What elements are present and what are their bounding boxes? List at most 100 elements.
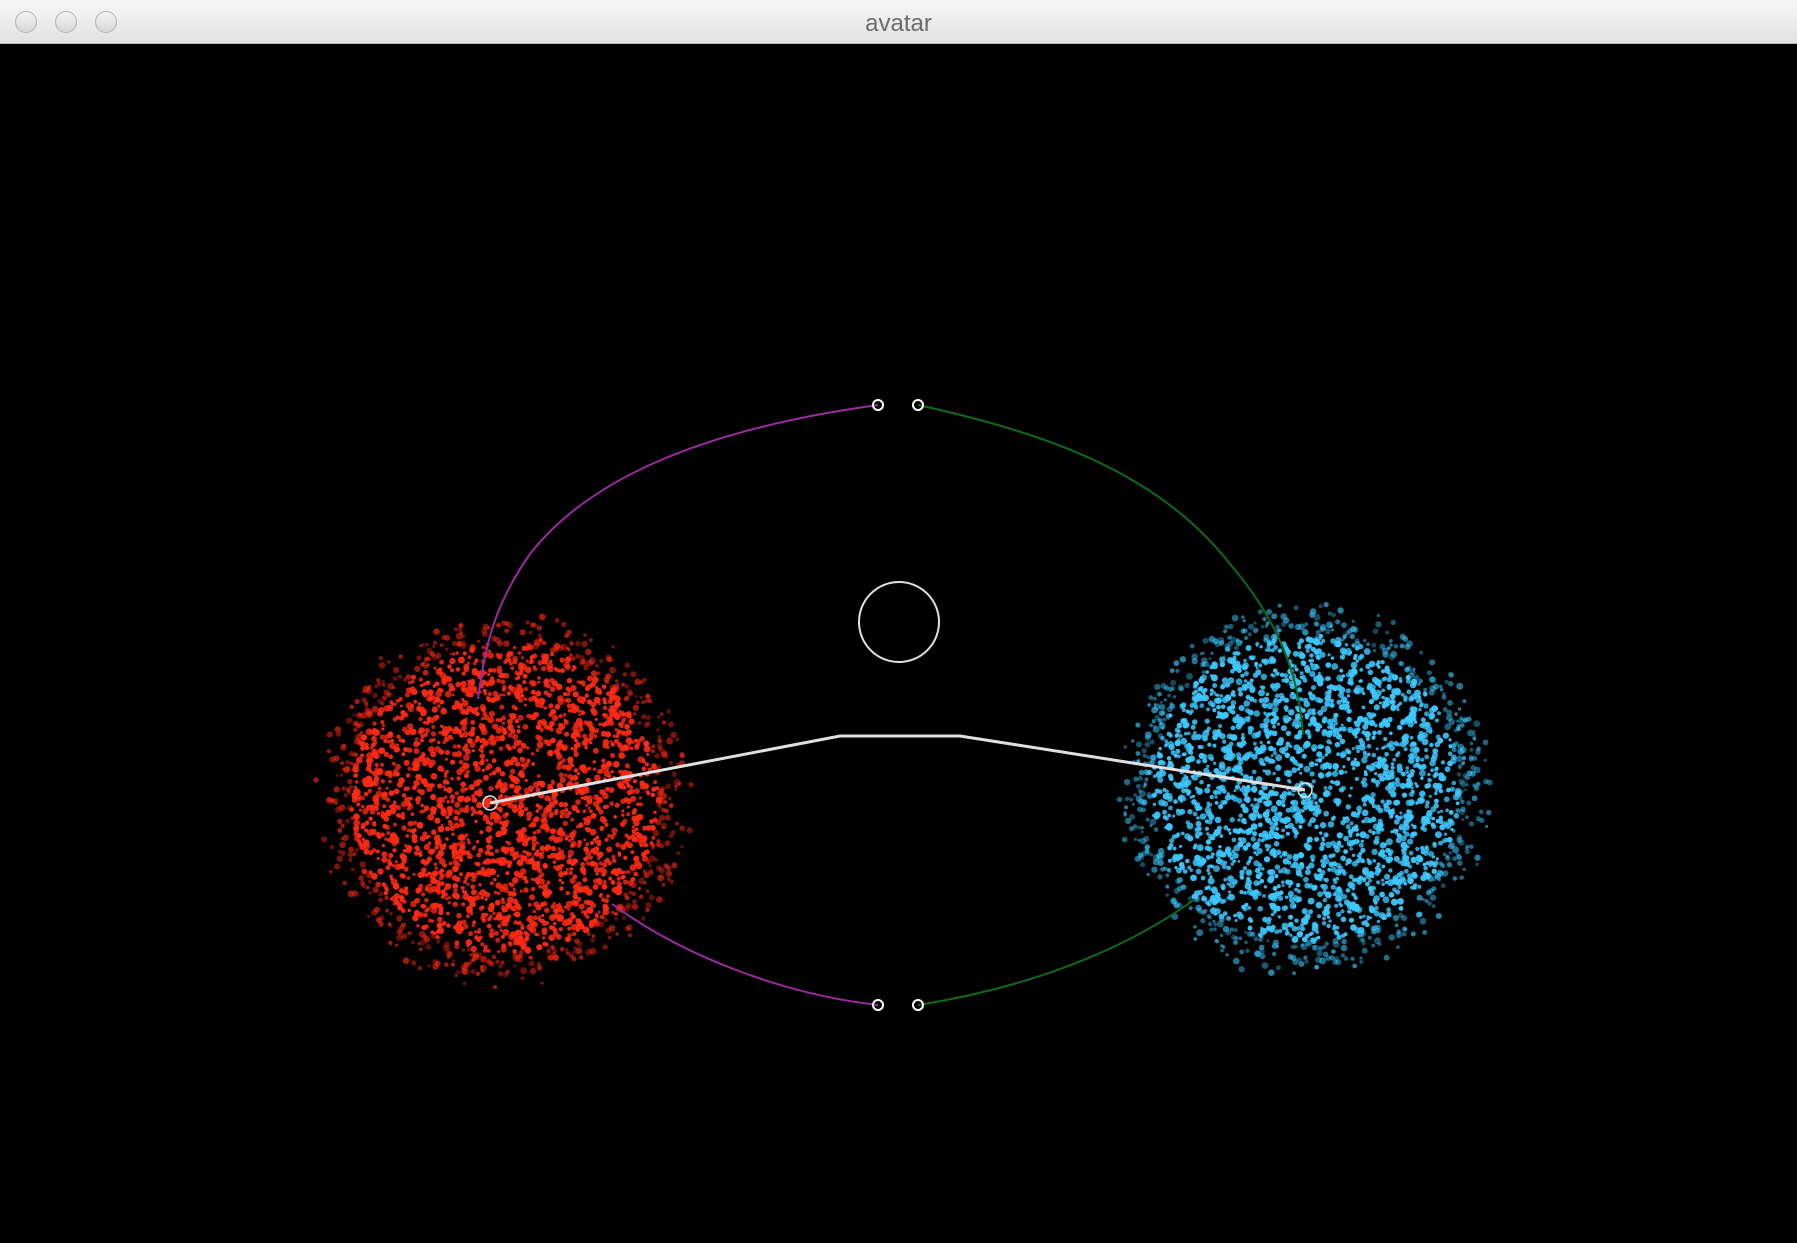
particle (1372, 648, 1377, 653)
particle (498, 820, 504, 825)
particle (1265, 847, 1270, 852)
particle (1483, 778, 1489, 785)
particle (609, 666, 616, 674)
particle (1293, 944, 1299, 950)
particle (586, 675, 593, 682)
particle (1311, 885, 1318, 891)
particle (380, 720, 385, 725)
particle (1279, 855, 1283, 859)
particle (529, 967, 537, 975)
particle (1422, 862, 1427, 867)
particle (566, 629, 572, 635)
render-canvas[interactable] (0, 44, 1797, 1243)
particle (377, 868, 384, 875)
particle (610, 880, 616, 885)
particle (543, 690, 549, 696)
particle (626, 805, 631, 809)
particle (1350, 760, 1357, 767)
particle (1375, 747, 1379, 751)
particle (1139, 862, 1146, 868)
particle (1400, 692, 1405, 697)
particle (620, 720, 625, 725)
particle (519, 950, 523, 955)
particle (1214, 693, 1218, 697)
particle (506, 691, 512, 696)
particle (405, 760, 409, 764)
particle (1133, 837, 1138, 841)
particle (1434, 831, 1442, 839)
particle (1158, 722, 1166, 730)
particle (1372, 628, 1379, 634)
particle (651, 787, 657, 792)
particle (1483, 758, 1487, 762)
particle (582, 809, 587, 814)
particle (430, 829, 437, 835)
particle (531, 877, 535, 881)
particle (1268, 745, 1274, 752)
particle (1322, 878, 1326, 881)
particle (592, 861, 599, 868)
particle (1287, 791, 1292, 796)
particle (1375, 804, 1381, 811)
particle (573, 738, 578, 743)
particle (1149, 824, 1153, 828)
particle (1340, 723, 1344, 727)
particle (520, 773, 525, 779)
particle (381, 680, 385, 684)
particle (1386, 646, 1390, 650)
particle (401, 801, 408, 808)
particle (1431, 861, 1436, 866)
particle (1342, 871, 1347, 876)
particle (463, 890, 468, 895)
particle (1207, 783, 1211, 788)
particle (368, 816, 373, 821)
particle (542, 863, 548, 869)
particle (401, 726, 408, 733)
particle (567, 926, 571, 931)
particle (381, 723, 386, 728)
particle (1291, 793, 1295, 797)
particle (1377, 818, 1383, 824)
particle (1194, 695, 1202, 702)
particle (519, 629, 526, 636)
particle (1269, 758, 1273, 762)
particle (1254, 868, 1261, 874)
particle (1259, 722, 1266, 729)
particle (516, 859, 524, 867)
particle (1442, 707, 1448, 712)
particle (568, 870, 573, 876)
particle (366, 914, 371, 919)
particle (668, 721, 675, 728)
particle (441, 807, 446, 813)
particle (575, 653, 580, 659)
particle (572, 950, 576, 955)
particle (509, 712, 517, 720)
particle (1168, 713, 1173, 718)
particle (382, 823, 388, 829)
particle (1394, 777, 1400, 783)
particle (616, 881, 622, 887)
particle (643, 740, 650, 747)
particle (536, 944, 543, 951)
particle (329, 870, 333, 874)
particle (347, 778, 353, 785)
particle (1208, 657, 1212, 661)
particle (423, 913, 428, 918)
particle (1246, 842, 1251, 848)
particle (397, 902, 403, 909)
particle (1447, 700, 1453, 706)
particle (1442, 732, 1449, 739)
particle (435, 681, 440, 686)
particle (1452, 856, 1457, 861)
particle (344, 765, 351, 773)
particle (361, 883, 367, 889)
particle (426, 716, 432, 722)
particle (446, 955, 451, 960)
particle (581, 640, 588, 648)
particle (1210, 664, 1215, 670)
particle (1230, 710, 1236, 715)
particle (467, 655, 472, 660)
particle (567, 708, 573, 713)
particle (1345, 824, 1351, 830)
particle (1133, 793, 1137, 797)
